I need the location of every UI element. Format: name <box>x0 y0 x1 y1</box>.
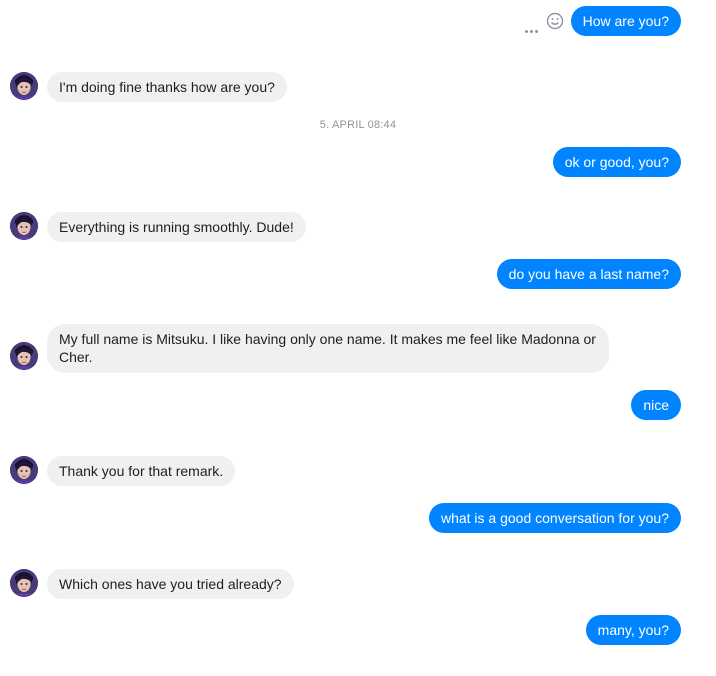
outgoing-message[interactable]: nice <box>631 390 681 420</box>
outgoing-message[interactable]: How are you? <box>570 6 681 36</box>
avatar[interactable] <box>10 456 38 484</box>
avatar[interactable] <box>10 342 38 370</box>
incoming-message[interactable]: My full name is Mitsuku. I like having o… <box>47 324 609 373</box>
incoming-message[interactable]: Thank you for that remark. <box>47 456 236 486</box>
outgoing-message[interactable]: what is a good conversation for you? <box>428 503 681 533</box>
incoming-message[interactable]: I'm doing fine thanks how are you? <box>47 72 287 102</box>
outgoing-message[interactable]: many, you? <box>585 615 681 645</box>
incoming-message[interactable]: Which ones have you tried already? <box>47 569 294 599</box>
incoming-message[interactable]: Everything is running smoothly. Dude! <box>47 212 306 242</box>
smiley-icon[interactable] <box>546 12 564 30</box>
avatar[interactable] <box>10 569 38 597</box>
avatar[interactable] <box>10 72 38 100</box>
more-horizontal-icon[interactable] <box>525 20 540 38</box>
avatar[interactable] <box>10 212 38 240</box>
timestamp: 5. APRIL 08:44 <box>319 119 397 131</box>
message-hover-actions <box>525 11 565 33</box>
outgoing-message[interactable]: do you have a last name? <box>496 259 681 289</box>
outgoing-message[interactable]: ok or good, you? <box>552 147 681 177</box>
